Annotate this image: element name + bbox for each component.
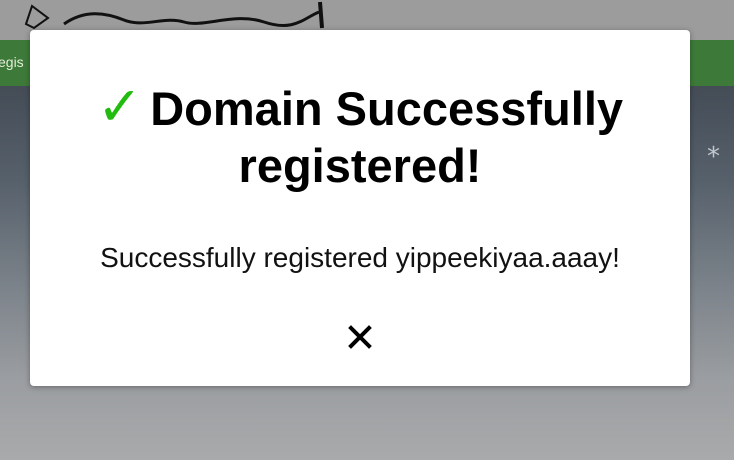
- close-icon: [348, 325, 372, 349]
- close-button[interactable]: [340, 318, 380, 358]
- check-icon: ✓: [96, 75, 143, 138]
- success-modal: ✓ Domain Successfully registered! Success…: [30, 30, 690, 386]
- modal-message: Successfully registered yippeekiyaa.aaay…: [100, 242, 620, 273]
- page: egis * ✓ Domain Successfully registered! …: [0, 0, 734, 460]
- modal-title: ✓ Domain Successfully registered!: [50, 78, 670, 194]
- modal-title-text: Domain Successfully registered!: [150, 82, 624, 192]
